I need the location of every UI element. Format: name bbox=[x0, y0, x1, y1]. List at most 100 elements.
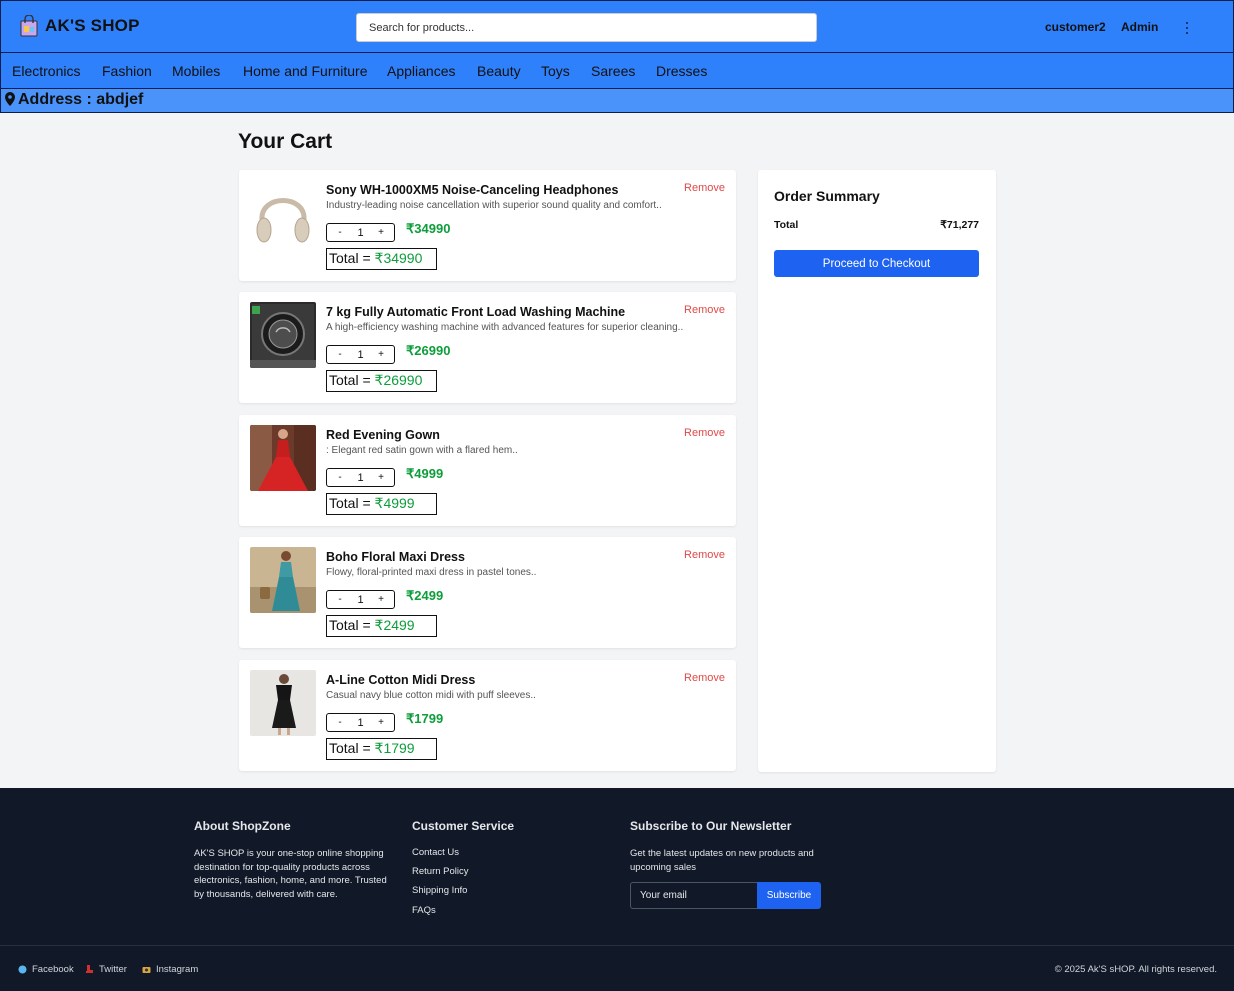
decrease-quantity-button[interactable]: - bbox=[335, 349, 345, 360]
site-footer: About ShopZone AK'S SHOP is your one-sto… bbox=[0, 788, 1234, 991]
location-pin-icon bbox=[5, 92, 15, 106]
midi-dress-image[interactable] bbox=[250, 670, 316, 736]
cart-item: Sony WH-1000XM5 Noise-Canceling Headphon… bbox=[239, 170, 736, 281]
increase-quantity-button[interactable]: + bbox=[376, 227, 386, 238]
proceed-to-checkout-button[interactable]: Proceed to Checkout bbox=[774, 250, 979, 277]
facebook-label: Facebook bbox=[32, 964, 74, 975]
category-mobiles[interactable]: Mobiles bbox=[172, 63, 220, 79]
user-account-link[interactable]: customer2 bbox=[1045, 20, 1106, 34]
quantity-value: 1 bbox=[357, 471, 364, 484]
category-toys[interactable]: Toys bbox=[541, 63, 570, 79]
item-total: Total = ₹2499 bbox=[326, 615, 437, 637]
product-description: A high-efficiency washing machine with a… bbox=[326, 322, 684, 333]
remove-button[interactable]: Remove bbox=[684, 427, 725, 439]
search-input[interactable] bbox=[356, 13, 817, 42]
increase-quantity-button[interactable]: + bbox=[376, 349, 386, 360]
boot-icon bbox=[86, 965, 93, 973]
item-total-label: Total = bbox=[329, 617, 375, 633]
quantity-stepper: - 1 + bbox=[326, 345, 395, 364]
camera-icon bbox=[142, 967, 151, 973]
item-total: Total = ₹34990 bbox=[326, 248, 437, 270]
unit-price: ₹4999 bbox=[406, 466, 444, 481]
globe-icon bbox=[18, 965, 27, 974]
product-name[interactable]: 7 kg Fully Automatic Front Load Washing … bbox=[326, 305, 625, 319]
product-name[interactable]: A-Line Cotton Midi Dress bbox=[326, 673, 475, 687]
decrease-quantity-button[interactable]: - bbox=[335, 594, 345, 605]
footer-divider bbox=[0, 945, 1234, 946]
contact-us-link[interactable]: Contact Us bbox=[412, 847, 459, 858]
item-total-label: Total = bbox=[329, 740, 375, 756]
shipping-info-link[interactable]: Shipping Info bbox=[412, 885, 467, 896]
unit-price: ₹34990 bbox=[406, 221, 451, 236]
quantity-stepper: - 1 + bbox=[326, 468, 395, 487]
category-home-furniture[interactable]: Home and Furniture bbox=[243, 63, 368, 79]
facebook-link[interactable]: Facebook bbox=[18, 964, 74, 975]
remove-button[interactable]: Remove bbox=[684, 672, 725, 684]
shopping-bag-icon bbox=[20, 15, 38, 37]
category-beauty[interactable]: Beauty bbox=[477, 63, 521, 79]
admin-link[interactable]: Admin bbox=[1121, 20, 1158, 34]
category-sarees[interactable]: Sarees bbox=[591, 63, 635, 79]
item-total: Total = ₹1799 bbox=[326, 738, 437, 760]
quantity-value: 1 bbox=[357, 348, 364, 361]
item-total-label: Total = bbox=[329, 250, 375, 266]
decrease-quantity-button[interactable]: - bbox=[335, 472, 345, 483]
faqs-link[interactable]: FAQs bbox=[412, 905, 436, 916]
twitter-link[interactable]: Twitter bbox=[85, 964, 127, 975]
item-total-amount: ₹2499 bbox=[374, 617, 415, 633]
item-total-label: Total = bbox=[329, 372, 375, 388]
about-text: AK'S SHOP is your one-stop online shoppi… bbox=[194, 848, 387, 900]
washing-machine-image[interactable] bbox=[250, 302, 316, 368]
page-title: Your Cart bbox=[238, 130, 333, 153]
category-nav: Electronics Fashion Mobiles Home and Fur… bbox=[0, 53, 1234, 89]
delivery-address[interactable]: Address : abdjef bbox=[18, 91, 143, 109]
item-total-label: Total = bbox=[329, 495, 375, 511]
item-total-amount: ₹1799 bbox=[374, 740, 415, 756]
increase-quantity-button[interactable]: + bbox=[376, 594, 386, 605]
top-header: AK'S SHOP customer2 Admin bbox=[0, 0, 1234, 53]
item-total-amount: ₹4999 bbox=[374, 495, 415, 511]
subscribe-button[interactable]: Subscribe bbox=[757, 882, 821, 909]
category-fashion[interactable]: Fashion bbox=[102, 63, 152, 79]
cart-item: Red Evening Gown : Elegant red satin gow… bbox=[239, 415, 736, 526]
quantity-value: 1 bbox=[357, 226, 364, 239]
category-electronics[interactable]: Electronics bbox=[12, 63, 80, 79]
return-policy-link[interactable]: Return Policy bbox=[412, 866, 469, 877]
decrease-quantity-button[interactable]: - bbox=[335, 227, 345, 238]
more-menu-icon[interactable] bbox=[1181, 19, 1193, 37]
unit-price: ₹26990 bbox=[406, 343, 451, 358]
item-total: Total = ₹26990 bbox=[326, 370, 437, 392]
increase-quantity-button[interactable]: + bbox=[376, 717, 386, 728]
product-description: Flowy, floral-printed maxi dress in past… bbox=[326, 567, 537, 578]
instagram-link[interactable]: Instagram bbox=[142, 964, 198, 975]
customer-service-heading: Customer Service bbox=[412, 819, 515, 833]
product-name[interactable]: Boho Floral Maxi Dress bbox=[326, 550, 465, 564]
remove-button[interactable]: Remove bbox=[684, 549, 725, 561]
quantity-stepper: - 1 + bbox=[326, 713, 395, 732]
brand-logo[interactable]: AK'S SHOP bbox=[19, 15, 140, 37]
decrease-quantity-button[interactable]: - bbox=[335, 717, 345, 728]
item-total-amount: ₹26990 bbox=[374, 372, 423, 388]
quantity-value: 1 bbox=[357, 716, 364, 729]
category-appliances[interactable]: Appliances bbox=[387, 63, 456, 79]
red-gown-image[interactable] bbox=[250, 425, 316, 491]
summary-total-label: Total bbox=[774, 219, 799, 231]
order-summary: Order Summary Total ₹71,277 Proceed to C… bbox=[758, 170, 996, 772]
item-total: Total = ₹4999 bbox=[326, 493, 437, 515]
newsletter-heading: Subscribe to Our Newsletter bbox=[630, 819, 792, 833]
newsletter-email-input[interactable] bbox=[630, 882, 757, 909]
order-summary-title: Order Summary bbox=[774, 188, 880, 204]
boho-dress-image[interactable] bbox=[250, 547, 316, 613]
unit-price: ₹1799 bbox=[406, 711, 444, 726]
remove-button[interactable]: Remove bbox=[684, 304, 725, 316]
remove-button[interactable]: Remove bbox=[684, 182, 725, 194]
increase-quantity-button[interactable]: + bbox=[376, 472, 386, 483]
product-name[interactable]: Sony WH-1000XM5 Noise-Canceling Headphon… bbox=[326, 183, 618, 197]
cart-item: 7 kg Fully Automatic Front Load Washing … bbox=[239, 292, 736, 403]
category-dresses[interactable]: Dresses bbox=[656, 63, 707, 79]
item-total-amount: ₹34990 bbox=[374, 250, 423, 266]
product-name[interactable]: Red Evening Gown bbox=[326, 428, 440, 442]
quantity-stepper: - 1 + bbox=[326, 223, 395, 242]
headphones-image[interactable] bbox=[250, 180, 316, 246]
twitter-label: Twitter bbox=[99, 964, 127, 975]
